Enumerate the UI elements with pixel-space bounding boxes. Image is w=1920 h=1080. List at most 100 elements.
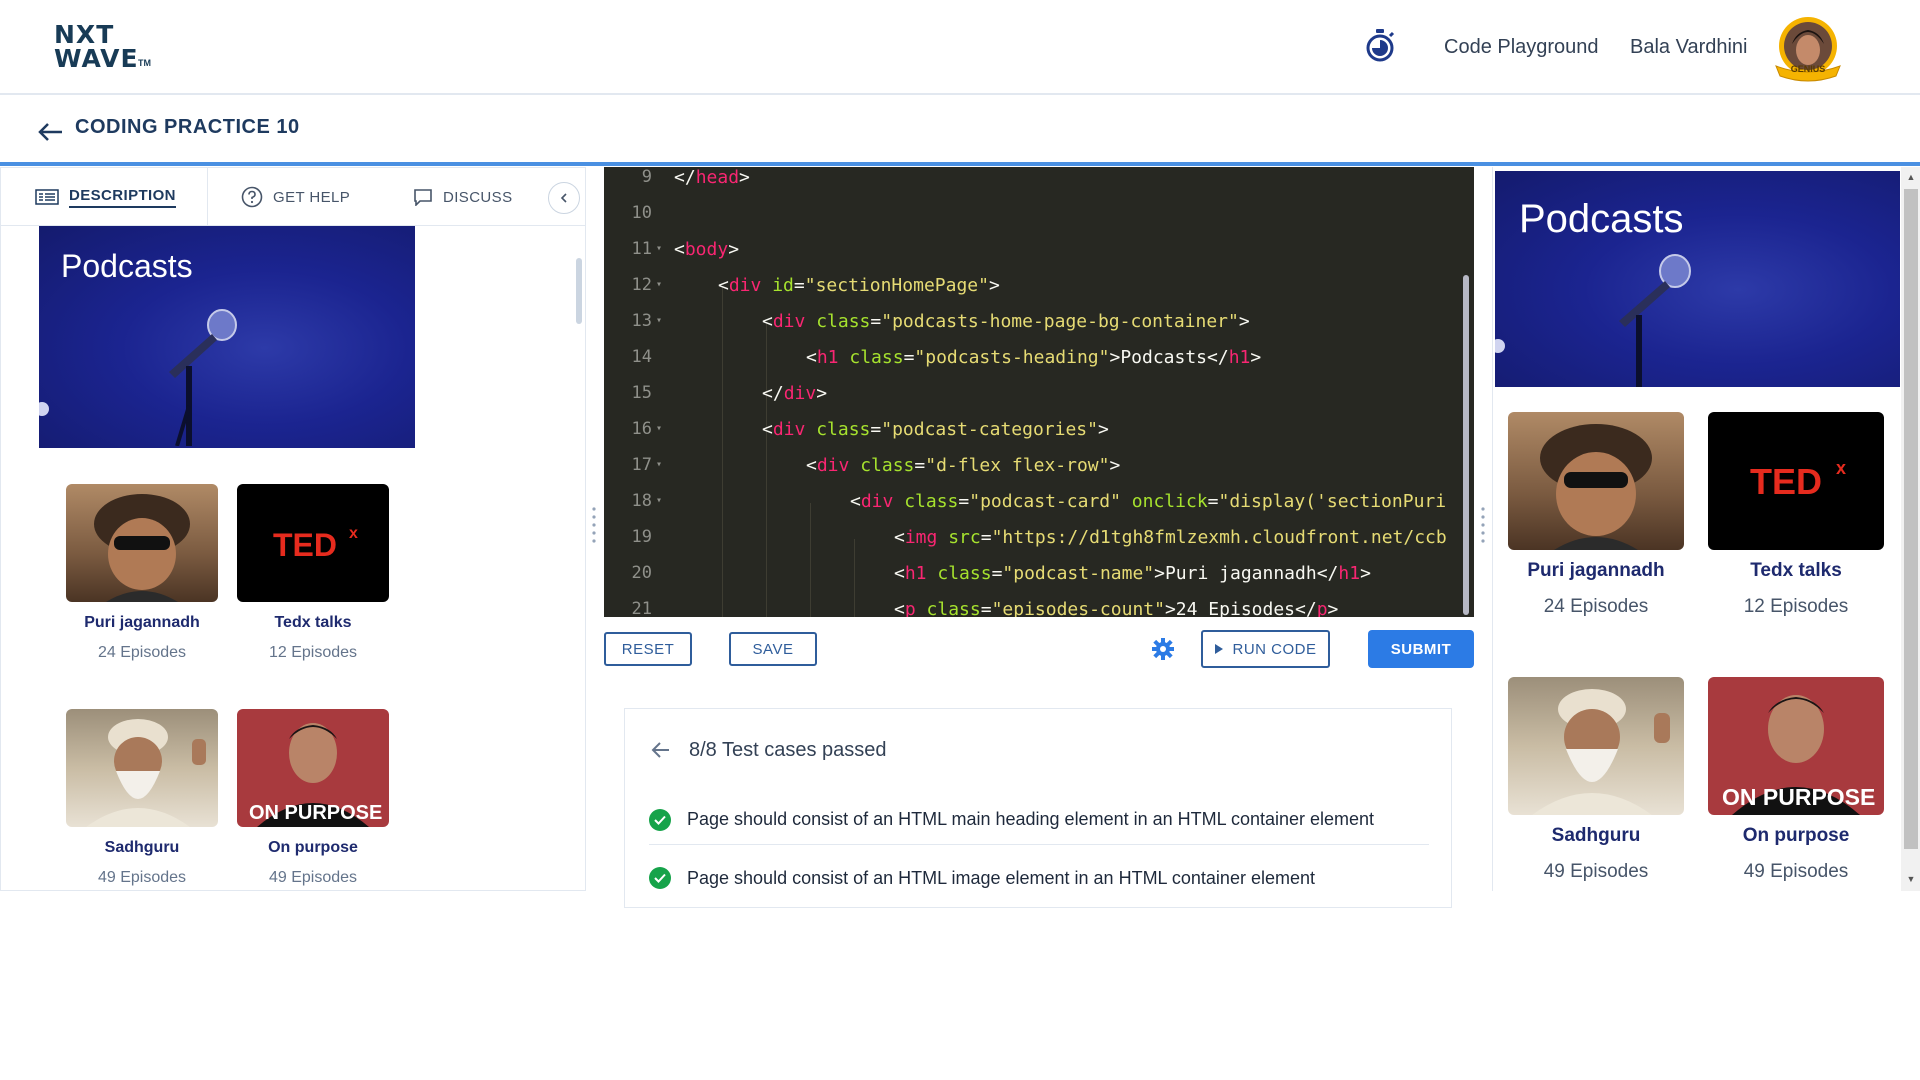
code-token: "episodes-count": [991, 599, 1165, 617]
chevron-left-icon: [560, 193, 567, 203]
tedx-thumbnail: TED x: [1708, 412, 1884, 550]
podcast-card-sadhguru[interactable]: Sadhguru 49 Episodes: [66, 709, 218, 890]
microphone-icon: [169, 309, 237, 446]
left-resize-handle[interactable]: [591, 505, 597, 545]
code-token: Puri jagannadh: [1164, 563, 1317, 584]
line-number: 20: [631, 563, 652, 583]
fold-arrow-icon[interactable]: ▾: [656, 279, 662, 290]
code-line-11: <body>: [674, 239, 740, 260]
description-scrollbar[interactable]: [576, 258, 582, 324]
podcast-card-tedx[interactable]: TED x Tedx talks 12 Episodes: [237, 484, 389, 670]
line-number: 21: [631, 599, 652, 617]
nxtwave-logo[interactable]: NXT WAVE TM: [54, 20, 154, 73]
code-editor[interactable]: 9 10 11 ▾ 12 ▾ 13 ▾ 14 15 16 ▾ 17 ▾ 18 ▾ 19 20 21 </head> …: [604, 167, 1474, 617]
code-token: "podcast-categories": [881, 419, 1098, 440]
line-number: 10: [631, 203, 652, 223]
test-case-item: Page should consist of an HTML image ele…: [649, 853, 1429, 903]
fold-arrow-icon[interactable]: ▾: [656, 495, 662, 506]
card-episodes: 24 Episodes: [1543, 596, 1649, 617]
code-line-12: <div id="sectionHomePage">: [718, 275, 1000, 296]
tab-description[interactable]: DESCRIPTION: [35, 168, 176, 226]
preview-card-sadhguru[interactable]: Sadhguru 49 Episodes: [1508, 677, 1684, 891]
onpurpose-thumbnail: ON PURPOSE: [1708, 677, 1884, 815]
submit-button[interactable]: SUBMIT: [1368, 630, 1474, 668]
top-navbar: NXT WAVE TM Code Playground Bala Vardhin…: [0, 0, 1920, 95]
code-line-17: <div class="d-flex flex-row">: [806, 455, 1121, 476]
line-number: 12: [631, 275, 652, 295]
podcast-card-onpurpose[interactable]: ON PURPOSE On purpose 49 Episodes: [237, 709, 389, 890]
code-line-13: <div class="podcasts-home-page-bg-contai…: [762, 311, 1250, 332]
line-number: 15: [631, 383, 652, 403]
tab-get-help-label: GET HELP: [273, 188, 351, 206]
code-token: "podcast-card": [969, 491, 1121, 512]
card-name: Puri jagannadh: [84, 614, 200, 631]
gear-icon[interactable]: [1152, 638, 1174, 660]
right-resize-handle[interactable]: [1480, 505, 1486, 545]
preview-card-onpurpose[interactable]: ON PURPOSE On purpose 49 Episodes: [1708, 677, 1884, 891]
svg-text:TED: TED: [273, 527, 337, 563]
podcast-card-puri[interactable]: Puri jagannadh 24 Episodes: [66, 484, 218, 670]
test-case-text: Page should consist of an HTML image ele…: [687, 867, 1315, 888]
code-line-19: <img src="https://d1tgh8fmlzexmh.cloudfr…: [894, 527, 1447, 548]
puri-thumbnail: [1508, 412, 1684, 550]
code-token: "sectionHomePage": [804, 275, 989, 296]
scroll-up-icon[interactable]: ▲: [1905, 172, 1917, 184]
line-number: 14: [631, 347, 652, 367]
fold-arrow-icon[interactable]: ▾: [656, 459, 662, 470]
code-token: head: [695, 167, 740, 188]
card-name: Puri jagannadh: [1527, 560, 1665, 581]
collapse-panel-button[interactable]: [548, 182, 580, 214]
svg-text:ON PURPOSE: ON PURPOSE: [1722, 784, 1875, 810]
card-episodes: 12 Episodes: [1743, 596, 1849, 617]
tab-discuss[interactable]: DISCUSS: [413, 168, 512, 226]
stopwatch-icon[interactable]: [1364, 28, 1396, 62]
preview-card-tedx[interactable]: TED x Tedx talks 12 Episodes: [1708, 412, 1884, 628]
card-name: On purpose: [1742, 825, 1850, 846]
run-code-label: RUN CODE: [1232, 640, 1317, 658]
code-token: "display('sectionPuri: [1218, 491, 1447, 512]
sadhguru-thumbnail: [66, 709, 218, 827]
hero-banner: Podcasts: [39, 226, 415, 448]
panel-tabs: DESCRIPTION GET HELP DISCUSS: [1, 168, 585, 226]
tab-divider: [207, 168, 208, 226]
check-circle-icon: [649, 808, 671, 831]
code-line-9: </head>: [674, 167, 750, 188]
fold-arrow-icon[interactable]: ▾: [656, 315, 662, 326]
tab-description-label: DESCRIPTION: [69, 187, 176, 208]
preview-scrollbar-thumb[interactable]: [1904, 189, 1918, 849]
sadhguru-thumbnail: [1508, 677, 1684, 815]
page-header: CODING PRACTICE 10: [0, 96, 1920, 166]
save-button[interactable]: SAVE: [729, 632, 817, 666]
scroll-down-icon[interactable]: ▼: [1905, 874, 1917, 886]
back-arrow-icon[interactable]: [651, 741, 671, 759]
code-token: "d-flex flex-row": [925, 455, 1110, 476]
microphone-icon: [1619, 254, 1691, 387]
preview-card-puri[interactable]: Puri jagannadh 24 Episodes: [1508, 412, 1684, 628]
editor-scrollbar[interactable]: [1463, 275, 1469, 615]
onpurpose-thumbnail: ON PURPOSE: [237, 709, 389, 827]
code-playground-link[interactable]: Code Playground: [1444, 36, 1599, 59]
fold-arrow-icon[interactable]: ▾: [656, 243, 662, 254]
reset-button[interactable]: RESET: [604, 632, 692, 666]
logo-text-line2: WAVE: [54, 44, 139, 73]
card-name: Sadhguru: [1551, 825, 1641, 846]
output-preview: Podcasts Puri jagannadh 24 Episodes TED x…: [1492, 167, 1920, 891]
user-name[interactable]: Bala Vardhini: [1630, 36, 1747, 59]
tab-get-help[interactable]: GET HELP: [241, 168, 350, 226]
fold-arrow-icon[interactable]: ▾: [656, 423, 662, 434]
back-arrow-icon[interactable]: [36, 118, 64, 142]
code-line-21: <p class="episodes-count">24 Episodes</p…: [894, 599, 1338, 617]
run-code-button[interactable]: RUN CODE: [1201, 630, 1330, 668]
preview-hero-title: Podcasts: [1519, 197, 1684, 241]
code-token: "https://d1tgh8fmlzexmh.cloudfront.net/c…: [991, 527, 1447, 548]
code-token: "podcast-name": [1002, 563, 1155, 584]
discuss-icon: [414, 189, 432, 206]
line-number: 16: [631, 419, 652, 439]
page-title: CODING PRACTICE 10: [75, 116, 300, 138]
avatar[interactable]: GENIUS: [1770, 16, 1846, 82]
hero-title: Podcasts: [61, 248, 193, 284]
svg-text:x: x: [349, 525, 358, 542]
line-number: 18: [631, 491, 652, 511]
line-number: 19: [631, 527, 652, 547]
code-token: "podcasts-home-page-bg-container": [881, 311, 1239, 332]
